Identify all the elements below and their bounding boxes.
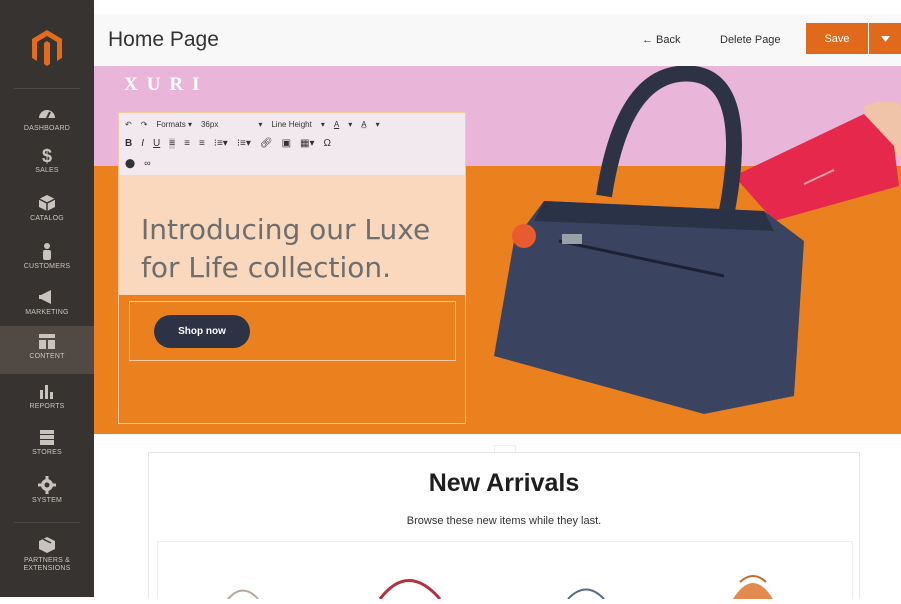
bar-chart-icon	[40, 385, 53, 399]
align-right-icon[interactable]: ≡	[199, 138, 205, 149]
new-arrivals-subtitle: Browse these new items while they last.	[406, 515, 602, 527]
nav-partners-label: PARTNERS &	[23, 557, 71, 564]
numbered-list-icon[interactable]: ⁝≡▾	[237, 138, 251, 149]
new-arrivals-section: New Arrivals Browse these new items whil…	[148, 452, 860, 600]
nav-content-label: CONTENT	[29, 353, 65, 360]
button-container: Shop now	[129, 301, 456, 361]
underline-icon[interactable]: U	[153, 138, 160, 149]
headline-line-1: Introducing our Luxe	[141, 213, 431, 246]
gear-icon	[38, 476, 56, 494]
editor-toolbar: ↶ ↷ Formats ▾ 36px ▾ Line Height ▾ A ▾ A…	[119, 113, 465, 176]
bold-icon[interactable]: B	[125, 138, 132, 149]
nav-system[interactable]: SYSTEM	[0, 476, 94, 522]
new-arrivals-title: New Arrivals	[428, 469, 580, 497]
page-header: Home Page ← Back Delete Page Save	[94, 14, 901, 66]
nav-sales[interactable]: $ SALES	[0, 146, 94, 192]
redo-icon[interactable]: ↷	[141, 120, 148, 129]
nav-reports-label: REPORTS	[29, 403, 65, 410]
nav-content[interactable]: CONTENT	[0, 326, 94, 374]
admin-sidebar: DASHBOARD $ SALES CATALOG CUSTOMERS MARK…	[0, 0, 94, 597]
align-left-icon[interactable]: ≡	[169, 137, 176, 149]
product-grid	[157, 541, 853, 600]
bullet-list-icon[interactable]: ⁝≡▾	[214, 138, 228, 149]
headline-line-2: for Life collection.	[141, 251, 392, 284]
nav-dashboard[interactable]: DASHBOARD	[0, 104, 94, 150]
save-options-button[interactable]	[869, 23, 901, 54]
dollar-icon: $	[42, 146, 52, 164]
image-icon[interactable]: ▣	[282, 138, 291, 149]
person-icon	[43, 243, 51, 260]
font-size-dropdown[interactable]: 36px	[201, 120, 218, 129]
line-height-chevron-icon[interactable]: ▾	[321, 120, 325, 129]
megaphone-icon	[39, 290, 51, 304]
svg-text:$: $	[42, 146, 52, 164]
dashboard-icon	[39, 110, 55, 119]
chevron-down-icon	[880, 35, 890, 42]
widget-icon[interactable]: ⬤	[125, 158, 135, 169]
table-icon[interactable]: ▦▾	[300, 138, 314, 149]
line-height-dropdown[interactable]: Line Height	[271, 120, 311, 129]
text-color-chevron-icon[interactable]: ▾	[348, 120, 352, 129]
layout-icon	[39, 334, 55, 349]
hero-banner: XURI ↶ ↷ Formats ▾ 36px ▾ Line Height ▾ …	[94, 66, 901, 434]
delete-page-button[interactable]: Delete Page	[720, 34, 781, 46]
nav-stores-label: STORES	[32, 449, 62, 456]
nav-divider	[14, 522, 80, 523]
undo-icon[interactable]: ↶	[125, 120, 132, 129]
nav-customers[interactable]: CUSTOMERS	[0, 242, 94, 288]
headline-text-box[interactable]: Introducing our Luxe for Life collection…	[119, 175, 465, 295]
nav-reports[interactable]: REPORTS	[0, 382, 94, 428]
store-icon	[40, 430, 54, 445]
nav-extensions-label: EXTENSIONS	[23, 565, 71, 572]
background-color-icon[interactable]: A̲	[361, 120, 366, 129]
nav-partners-extensions[interactable]: PARTNERS & EXTENSIONS	[0, 536, 94, 582]
nav-catalog-label: CATALOG	[30, 215, 64, 222]
page-title: Home Page	[108, 28, 219, 51]
product-thumbnails	[227, 575, 773, 600]
special-character-icon[interactable]: Ω	[324, 138, 331, 149]
logo-divider	[14, 88, 80, 89]
toolbar-row-3: ⬤ ∞	[125, 155, 160, 171]
nav-sales-label: SALES	[35, 167, 59, 174]
box-icon	[39, 537, 55, 553]
shop-now-button[interactable]: Shop now	[154, 315, 250, 348]
magento-logo-icon[interactable]	[30, 28, 64, 68]
text-color-icon[interactable]: A	[334, 120, 339, 129]
background-color-chevron-icon[interactable]: ▾	[376, 120, 380, 129]
variable-icon[interactable]: ∞	[144, 158, 150, 168]
wysiwyg-editor[interactable]: ↶ ↷ Formats ▾ 36px ▾ Line Height ▾ A ▾ A…	[118, 112, 466, 424]
toolbar-row-1: ↶ ↷ Formats ▾ 36px ▾ Line Height ▾ A ▾ A…	[125, 116, 389, 132]
align-center-icon[interactable]: ≡	[184, 138, 190, 149]
cube-icon	[38, 195, 56, 211]
nav-customers-label: CUSTOMERS	[23, 263, 71, 270]
font-size-chevron-icon[interactable]: ▾	[258, 120, 262, 129]
back-button[interactable]: ← Back	[642, 34, 681, 46]
link-icon[interactable]: 🔗︎	[260, 138, 273, 149]
hero-headline: Introducing our Luxe for Life collection…	[141, 211, 461, 287]
nav-system-label: SYSTEM	[32, 497, 62, 504]
brand-logo: XURI	[124, 74, 209, 95]
nav-catalog[interactable]: CATALOG	[0, 194, 94, 240]
formats-dropdown[interactable]: Formats ▾	[156, 120, 192, 129]
hotspot-dot[interactable]	[512, 224, 536, 248]
nav-dashboard-label: DASHBOARD	[23, 125, 71, 132]
handbag-image	[494, 66, 901, 414]
save-button[interactable]: Save	[806, 23, 868, 54]
italic-icon[interactable]: I	[141, 138, 144, 149]
nav-marketing-label: MARKETING	[25, 309, 69, 316]
nav-stores[interactable]: STORES	[0, 428, 94, 474]
toolbar-row-2: B I U ≡ ≡ ≡ ⁝≡▾ ⁝≡▾ 🔗︎ ▣ ▦▾ Ω	[125, 135, 340, 151]
